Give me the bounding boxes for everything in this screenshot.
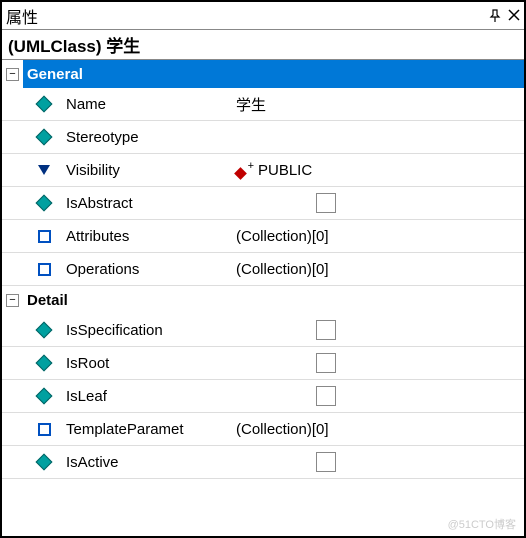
section-header-detail[interactable]: − Detail: [2, 286, 524, 314]
property-value[interactable]: (Collection)[0]: [232, 228, 524, 245]
property-row-name[interactable]: Name 学生: [2, 88, 524, 121]
pin-icon[interactable]: [488, 9, 502, 23]
property-row-isactive[interactable]: IsActive: [2, 446, 524, 479]
property-row-visibility[interactable]: Visibility + PUBLIC: [2, 154, 524, 187]
property-row-isleaf[interactable]: IsLeaf: [2, 380, 524, 413]
diamond-icon: [24, 324, 64, 336]
object-identifier: (UMLClass) 学生: [2, 30, 524, 60]
property-label: Operations: [64, 261, 232, 278]
property-value: [232, 193, 524, 213]
property-label: IsAbstract: [64, 195, 232, 212]
property-value[interactable]: 学生: [232, 94, 524, 115]
checkbox-isspecification[interactable]: [316, 320, 336, 340]
diamond-icon: [24, 98, 64, 110]
checkbox-isroot[interactable]: [316, 353, 336, 373]
titlebar: 属性: [2, 2, 524, 30]
property-label: Attributes: [64, 228, 232, 245]
close-icon[interactable]: [508, 9, 520, 23]
property-label: Name: [64, 96, 232, 113]
collection-icon: [24, 423, 64, 436]
property-label: IsRoot: [64, 355, 232, 372]
property-row-stereotype[interactable]: Stereotype: [2, 121, 524, 154]
property-row-operations[interactable]: Operations (Collection)[0]: [2, 253, 524, 286]
property-value: [232, 452, 524, 472]
diamond-icon: [24, 357, 64, 369]
property-label: IsActive: [64, 454, 232, 471]
property-value: [232, 386, 524, 406]
property-row-isabstract[interactable]: IsAbstract: [2, 187, 524, 220]
property-label: IsSpecification: [64, 322, 232, 339]
property-label: Visibility: [64, 162, 232, 179]
property-value[interactable]: + PUBLIC: [232, 162, 524, 179]
property-label: TemplateParamet: [64, 421, 232, 438]
dropdown-icon: [24, 165, 64, 175]
property-label: Stereotype: [64, 129, 232, 146]
checkbox-isactive[interactable]: [316, 452, 336, 472]
property-row-templateparam[interactable]: TemplateParamet (Collection)[0]: [2, 413, 524, 446]
section-label-detail: Detail: [23, 286, 524, 314]
property-value: [232, 353, 524, 373]
checkbox-isleaf[interactable]: [316, 386, 336, 406]
property-value[interactable]: (Collection)[0]: [232, 421, 524, 438]
property-value: [232, 320, 524, 340]
collapse-icon[interactable]: −: [6, 68, 19, 81]
collection-icon: [24, 230, 64, 243]
diamond-icon: [24, 197, 64, 209]
diamond-icon: [24, 131, 64, 143]
section-header-general[interactable]: − General: [2, 60, 524, 88]
diamond-icon: [24, 390, 64, 402]
section-label-general: General: [23, 60, 524, 88]
property-value[interactable]: (Collection)[0]: [232, 261, 524, 278]
checkbox-isabstract[interactable]: [316, 193, 336, 213]
diamond-icon: [24, 456, 64, 468]
property-row-attributes[interactable]: Attributes (Collection)[0]: [2, 220, 524, 253]
property-label: IsLeaf: [64, 388, 232, 405]
property-row-isroot[interactable]: IsRoot: [2, 347, 524, 380]
panel-title: 属性: [6, 4, 488, 28]
watermark: @51CTO博客: [448, 516, 516, 532]
collapse-icon[interactable]: −: [6, 294, 19, 307]
property-row-isspecification[interactable]: IsSpecification: [2, 314, 524, 347]
visibility-public-icon: +: [236, 162, 252, 178]
titlebar-controls: [488, 9, 520, 23]
collection-icon: [24, 263, 64, 276]
